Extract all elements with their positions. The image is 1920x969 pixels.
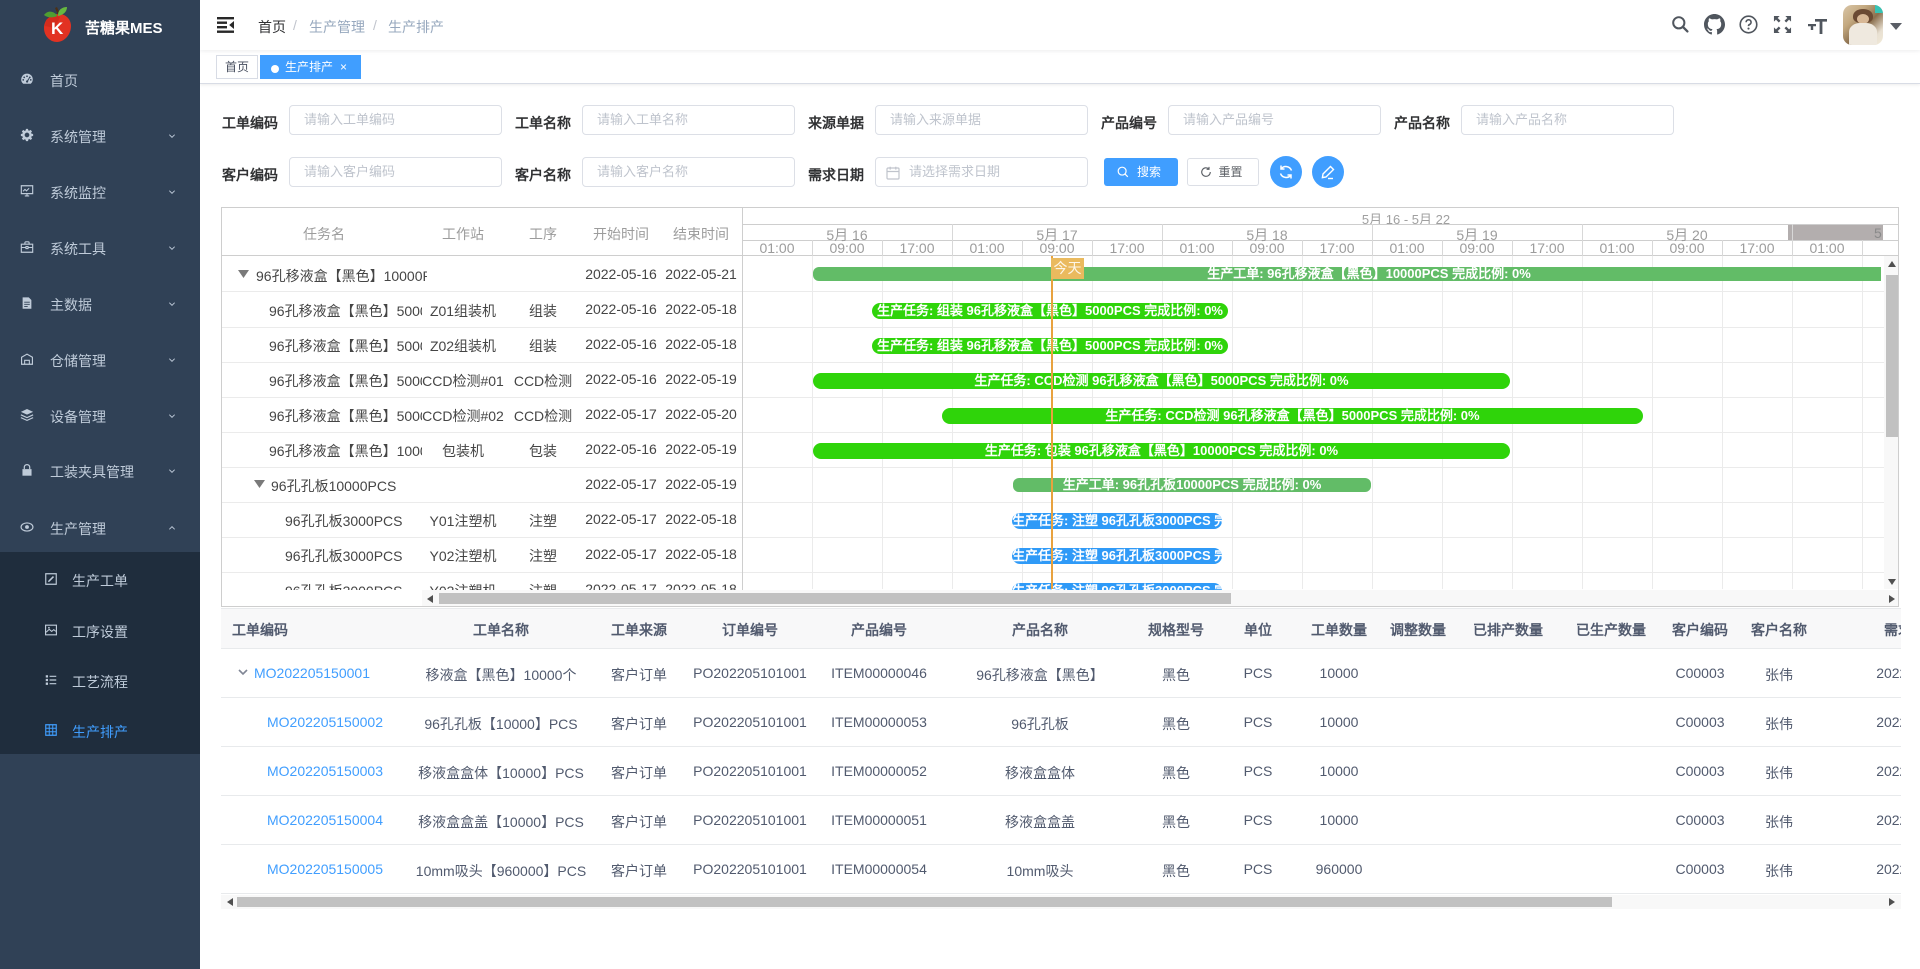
- svg-text:K: K: [51, 19, 64, 38]
